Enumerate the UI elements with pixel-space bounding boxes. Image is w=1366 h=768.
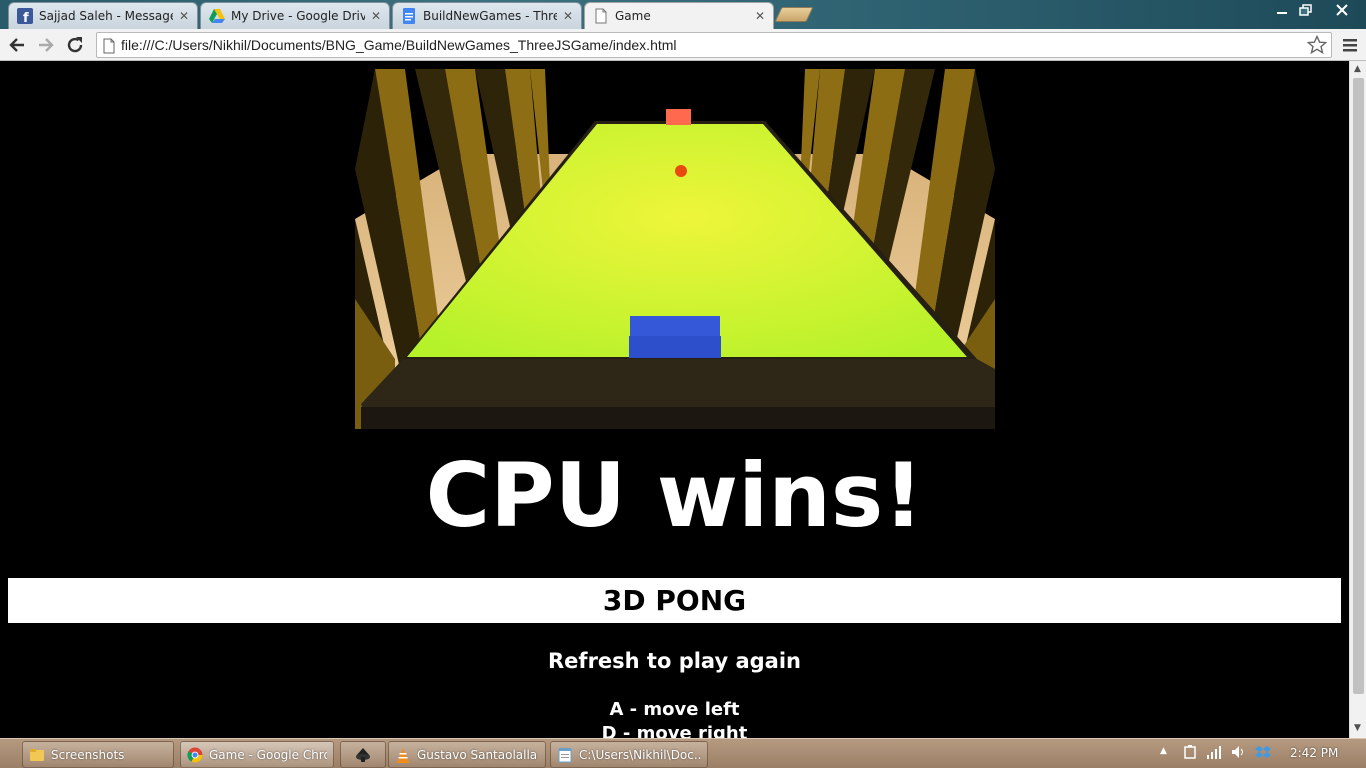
close-tab-icon[interactable]: ✕	[371, 9, 381, 23]
inkscape-icon	[355, 747, 371, 763]
close-tab-icon[interactable]: ✕	[755, 9, 765, 23]
taskbar-item-chrome[interactable]: Game - Google Chro...	[180, 741, 334, 768]
taskbar-item-screenshots[interactable]: Screenshots	[22, 741, 174, 768]
ball	[675, 165, 687, 177]
facebook-icon: f	[17, 8, 33, 24]
tab-title: Game	[615, 9, 651, 23]
taskbar-item-label: Screenshots	[51, 747, 125, 762]
tab-google-drive[interactable]: My Drive - Google Drive ✕	[200, 2, 390, 29]
cpu-paddle	[666, 109, 691, 125]
reload-icon	[67, 37, 83, 53]
page-viewport: CPU wins! 3D PONG Refresh to play again …	[0, 61, 1349, 738]
notepad-icon	[557, 747, 573, 763]
tab-title: BuildNewGames - Three.J	[423, 9, 557, 23]
player-paddle-front	[629, 336, 721, 358]
table-base	[361, 407, 995, 429]
power-icon[interactable]	[1182, 744, 1198, 763]
vertical-scrollbar[interactable]: ▲ ▼	[1349, 61, 1366, 738]
taskbar-item-vlc[interactable]: Gustavo Santaolalla -...	[388, 741, 546, 768]
game-canvas[interactable]	[355, 69, 995, 429]
back-arrow-icon	[9, 38, 24, 52]
player-paddle	[630, 316, 720, 336]
windows-taskbar: Screenshots Game - Google Chro... Gustav…	[0, 738, 1366, 768]
tab-title: Sajjad Saleh - Messages	[39, 9, 173, 23]
scroll-up-icon[interactable]: ▲	[1354, 64, 1361, 74]
new-tab-button[interactable]	[774, 7, 814, 22]
refresh-instruction: Refresh to play again	[548, 649, 801, 673]
browser-toolbar: file:///C:/Users/Nikhil/Documents/BNG_Ga…	[0, 29, 1366, 61]
taskbar-item-label: C:\Users\Nikhil\Doc...	[579, 747, 701, 762]
scroll-down-icon[interactable]: ▼	[1354, 723, 1361, 733]
control-move-left: A - move left	[609, 699, 740, 720]
reload-button[interactable]	[63, 33, 87, 57]
dropbox-icon[interactable]	[1255, 744, 1271, 763]
google-drive-icon	[209, 8, 225, 24]
tab-game[interactable]: Game ✕	[584, 2, 774, 29]
close-tab-icon[interactable]: ✕	[563, 9, 573, 23]
page-icon	[102, 38, 116, 58]
tab-title: My Drive - Google Drive	[231, 9, 365, 23]
scrollbar-thumb[interactable]	[1353, 78, 1364, 694]
tab-buildnewgames[interactable]: BuildNewGames - Three.J ✕	[392, 2, 582, 29]
hamburger-menu-icon	[1343, 39, 1357, 52]
bookmark-star-icon[interactable]	[1306, 34, 1328, 59]
url-text[interactable]: file:///C:/Users/Nikhil/Documents/BNG_Ga…	[121, 37, 677, 53]
page-icon	[593, 8, 609, 24]
table-front-edge	[361, 359, 995, 409]
taskbar-clock[interactable]: 2:42 PM	[1290, 746, 1338, 760]
network-signal-icon[interactable]	[1206, 744, 1222, 763]
chrome-icon	[187, 747, 203, 763]
forward-button[interactable]	[34, 33, 58, 57]
address-bar[interactable]: file:///C:/Users/Nikhil/Documents/BNG_Ga…	[96, 32, 1332, 58]
control-move-right: D - move right	[601, 723, 748, 738]
taskbar-item-label: Gustavo Santaolalla -...	[417, 747, 539, 762]
close-window-icon[interactable]	[1320, 2, 1364, 18]
minimize-icon[interactable]	[1270, 2, 1294, 18]
winner-text: CPU wins!	[425, 444, 924, 547]
taskbar-item-inkscape[interactable]	[340, 741, 386, 768]
back-button[interactable]	[5, 33, 29, 57]
vlc-icon	[395, 747, 411, 763]
volume-icon[interactable]	[1230, 744, 1246, 763]
browser-tab-strip: f Sajjad Saleh - Messages ✕ My Drive - G…	[0, 0, 1366, 29]
game-title: 3D PONG	[8, 578, 1341, 623]
taskbar-item-label: Game - Google Chro...	[209, 747, 327, 762]
menu-button[interactable]	[1338, 33, 1362, 57]
google-docs-icon	[401, 8, 417, 24]
show-hidden-icons-icon[interactable]: ▲	[1160, 746, 1167, 756]
forward-arrow-icon	[39, 38, 54, 52]
svg-text:f: f	[23, 11, 29, 24]
folder-icon	[29, 747, 45, 763]
close-tab-icon[interactable]: ✕	[179, 9, 189, 23]
taskbar-item-notepad[interactable]: C:\Users\Nikhil\Doc...	[550, 741, 708, 768]
restore-icon[interactable]	[1294, 2, 1318, 18]
tab-messages[interactable]: f Sajjad Saleh - Messages ✕	[8, 2, 198, 29]
